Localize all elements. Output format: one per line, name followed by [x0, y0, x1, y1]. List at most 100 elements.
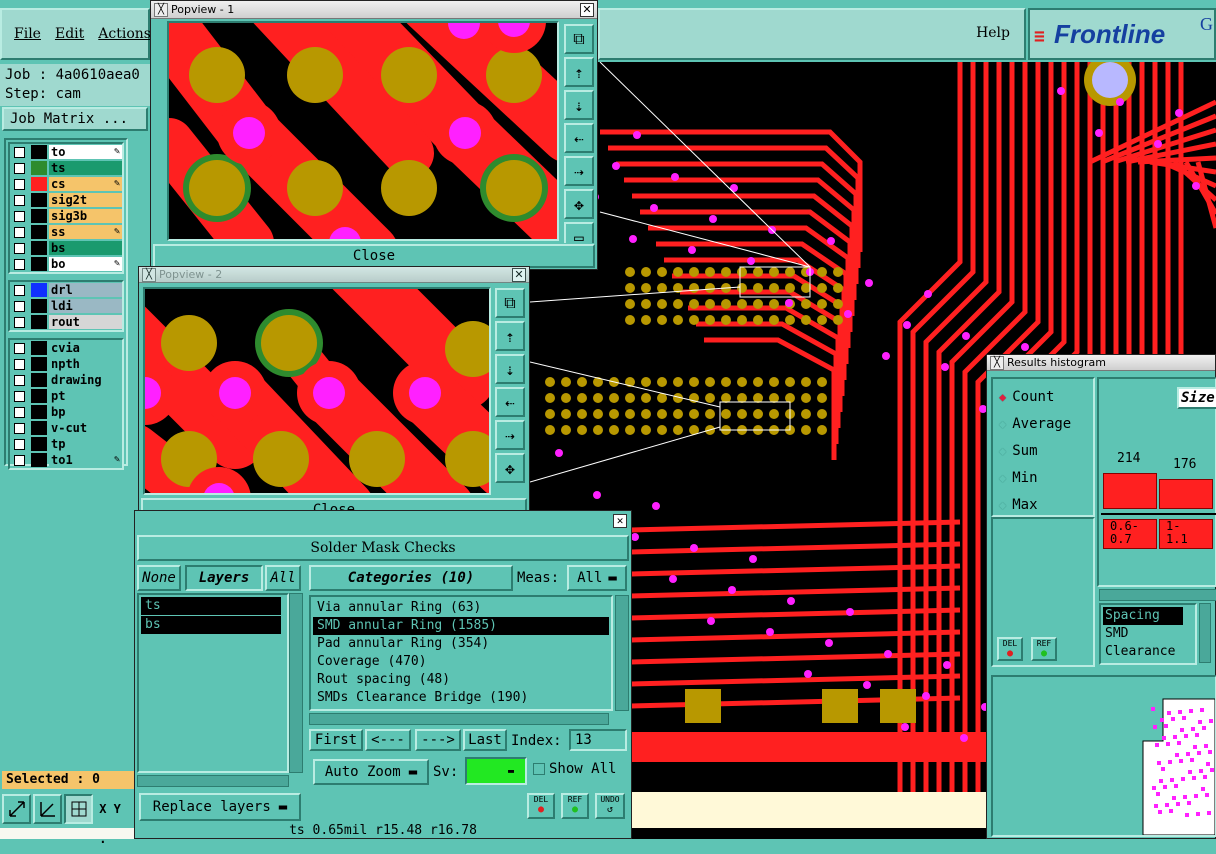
layer-checkbox[interactable]: [14, 284, 25, 296]
layer-row[interactable]: cs ✎: [10, 176, 122, 192]
categories-scrollbar[interactable]: [615, 595, 629, 711]
histogram-mode-radio[interactable]: ◆ Count: [999, 383, 1087, 410]
menu-help[interactable]: Help: [976, 25, 1010, 41]
histogram-mode-radio[interactable]: ◆ Sum: [999, 437, 1087, 464]
index-field[interactable]: 13: [569, 729, 627, 751]
ref-button[interactable]: REF ●: [561, 793, 589, 819]
categories-list[interactable]: Via annular Ring (63) SMD annular Ring (1…: [309, 595, 613, 711]
board-thumbnail[interactable]: [991, 675, 1216, 837]
layer-row[interactable]: cvia: [10, 340, 122, 356]
layer-checkbox[interactable]: [14, 226, 25, 238]
layer-row[interactable]: sig3b: [10, 208, 122, 224]
menu-actions[interactable]: Actions: [98, 26, 151, 42]
layer-checkbox[interactable]: [14, 242, 25, 254]
layers-all-button[interactable]: All: [265, 565, 301, 591]
layer-color-swatch[interactable]: [31, 421, 47, 435]
move-up-icon[interactable]: ⇡: [495, 321, 525, 351]
layer-checkbox[interactable]: [14, 374, 25, 386]
meas-select[interactable]: All ▬: [567, 565, 627, 591]
move-right-icon[interactable]: ⇢: [495, 420, 525, 450]
zoom-fit-icon[interactable]: [2, 794, 32, 824]
window-menu-icon[interactable]: ╳: [142, 267, 156, 282]
popview-2-view[interactable]: [143, 287, 491, 495]
layer-color-swatch[interactable]: [31, 405, 47, 419]
layer-row[interactable]: drl: [10, 282, 122, 298]
layer-color-swatch[interactable]: [31, 177, 47, 191]
layer-color-swatch[interactable]: [31, 283, 47, 297]
layer-list-scrollbar[interactable]: [289, 593, 303, 773]
histogram-titlebar[interactable]: ╳ Results histogram: [987, 355, 1215, 371]
histogram-category-list[interactable]: Spacing SMD Clearance: [1099, 603, 1197, 665]
window-menu-icon[interactable]: ╳: [990, 355, 1004, 370]
layer-checkbox[interactable]: [14, 210, 25, 222]
layer-row[interactable]: bp: [10, 404, 122, 420]
prev-button[interactable]: <---: [365, 729, 411, 751]
move-down-icon[interactable]: ⇣: [564, 90, 594, 120]
histogram-list-item[interactable]: Clearance: [1103, 643, 1193, 661]
layer-row[interactable]: rout: [10, 314, 122, 330]
layer-checkbox[interactable]: [14, 146, 25, 158]
job-matrix-button[interactable]: Job Matrix ...: [2, 107, 148, 131]
histogram-mode-radio[interactable]: ◆ Average: [999, 410, 1087, 437]
category-item[interactable]: Via annular Ring (63): [313, 599, 609, 617]
layers-none-button[interactable]: None: [137, 565, 181, 591]
layer-checkbox[interactable]: [14, 342, 25, 354]
popview-1-close-button[interactable]: Close: [153, 244, 595, 268]
last-button[interactable]: Last: [463, 729, 507, 751]
layer-checkbox[interactable]: [14, 316, 25, 328]
layer-color-swatch[interactable]: [31, 209, 47, 223]
layer-checkbox[interactable]: [14, 358, 25, 370]
histogram-bar[interactable]: [1159, 479, 1213, 509]
layer-checkbox[interactable]: [14, 300, 25, 312]
more-icon[interactable]: ▭: [564, 222, 594, 243]
move-up-icon[interactable]: ⇡: [564, 57, 594, 87]
layer-row[interactable]: bo ✎: [10, 256, 122, 272]
grid-icon[interactable]: [64, 794, 94, 824]
hist-ref-button[interactable]: REF ●: [1031, 637, 1057, 661]
layer-row[interactable]: ts: [10, 160, 122, 176]
layer-row[interactable]: pt: [10, 388, 122, 404]
layer-row[interactable]: to ✎: [10, 144, 122, 160]
window-menu-icon[interactable]: ╳: [154, 2, 168, 17]
menu-file[interactable]: File: [14, 26, 41, 42]
fit-view-icon[interactable]: ✥: [564, 189, 594, 219]
layer-checkbox[interactable]: [14, 438, 25, 450]
copy-view-icon[interactable]: ⧉: [564, 24, 594, 54]
fit-view-icon[interactable]: ✥: [495, 453, 525, 483]
layer-row[interactable]: drawing: [10, 372, 122, 388]
layer-color-swatch[interactable]: [31, 341, 47, 355]
hist-del-button[interactable]: DEL ●: [997, 637, 1023, 661]
layer-row[interactable]: sig2t: [10, 192, 122, 208]
popview-1-view[interactable]: [167, 21, 559, 241]
layer-color-swatch[interactable]: [31, 389, 47, 403]
show-all-checkbox[interactable]: [533, 763, 545, 775]
replace-layers-select[interactable]: Replace layers ▬: [139, 793, 301, 821]
layer-color-swatch[interactable]: [31, 257, 47, 271]
close-icon[interactable]: ✕: [580, 2, 594, 17]
layer-color-swatch[interactable]: [31, 357, 47, 371]
layer-select-list[interactable]: ts bs: [137, 593, 289, 773]
categories-button[interactable]: Categories (10): [309, 565, 513, 591]
layer-row[interactable]: ldi: [10, 298, 122, 314]
layer-color-swatch[interactable]: [31, 299, 47, 313]
sv-color-select[interactable]: ▬: [465, 757, 527, 785]
layer-color-swatch[interactable]: [31, 193, 47, 207]
close-icon[interactable]: ✕: [512, 267, 526, 282]
category-item[interactable]: Pad annular Ring (354): [313, 635, 609, 653]
categories-hscrollbar[interactable]: [309, 713, 609, 725]
layer-color-swatch[interactable]: [31, 453, 47, 467]
measure-icon[interactable]: [33, 794, 63, 824]
first-button[interactable]: First: [309, 729, 363, 751]
layer-color-swatch[interactable]: [31, 241, 47, 255]
histogram-list-item[interactable]: SMD: [1103, 625, 1193, 643]
histogram-mode-radio[interactable]: ◆ Min: [999, 464, 1087, 491]
layer-checkbox[interactable]: [14, 454, 25, 466]
close-icon[interactable]: ✕: [613, 514, 627, 528]
undo-button[interactable]: UNDO ↺: [595, 793, 625, 819]
category-item[interactable]: Rout spacing (48): [313, 671, 609, 689]
histogram-mode-radio[interactable]: ◆ Max: [999, 491, 1087, 518]
move-left-icon[interactable]: ⇠: [495, 387, 525, 417]
histogram-list-item[interactable]: Spacing: [1103, 607, 1183, 625]
layer-checkbox[interactable]: [14, 390, 25, 402]
category-item[interactable]: SMDs Clearance Bridge (190): [313, 689, 609, 707]
